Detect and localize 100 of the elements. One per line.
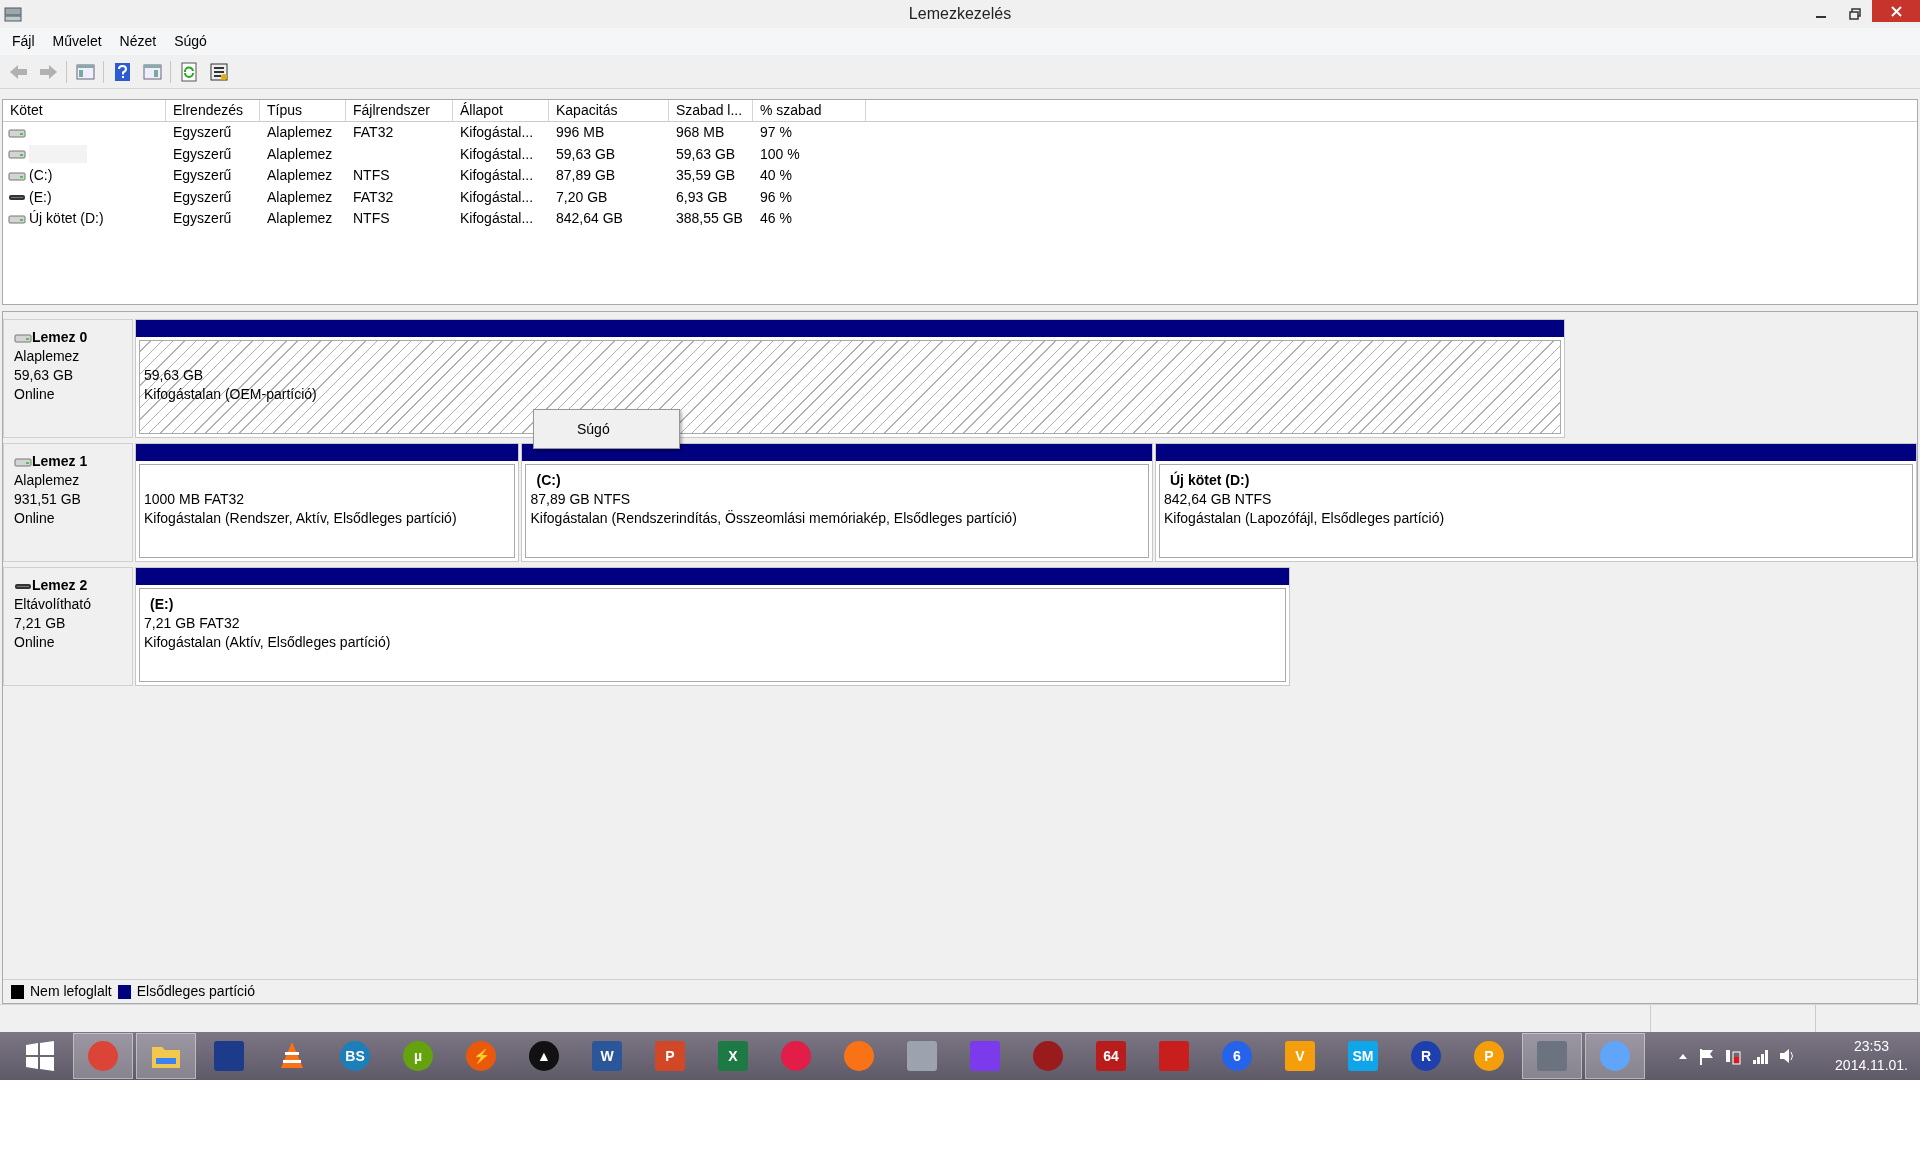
removable-drive-icon — [8, 192, 26, 203]
table-cell-text: 96 % — [760, 187, 792, 207]
partition-label: (C:) — [535, 471, 562, 490]
disk-status: Online — [14, 385, 56, 404]
partition-status: Kifogástalan (Rendszerindítás, Összeomlási memóriakép, Elsődleges partíció) — [530, 509, 1018, 528]
icon-label: ▲ — [537, 1049, 551, 1063]
disk-name: Lemez 0 — [32, 328, 88, 347]
column-header[interactable]: % szabad — [753, 100, 866, 121]
partition-size: 7,21 GB FAT32 — [144, 614, 241, 633]
disk-status: Online — [14, 633, 56, 652]
icon-label: P — [665, 1049, 675, 1063]
taskbar-button[interactable]: 64 — [1081, 1033, 1141, 1079]
table-cell-text: 996 MB — [556, 123, 605, 143]
close-button[interactable] — [1872, 0, 1920, 22]
table-cell-text: 35,59 GB — [676, 166, 736, 186]
menu-item[interactable]: Súgó — [166, 29, 215, 54]
taskbar-button[interactable]: P — [640, 1033, 700, 1079]
table-cell-text: 97 % — [760, 123, 792, 143]
taskbar-button[interactable]: W — [577, 1033, 637, 1079]
partition-size: 59,63 GB — [144, 366, 205, 385]
taskbar-button[interactable]: X — [703, 1033, 763, 1079]
partition-block[interactable]: 1000 MB FAT32 Kifogástalan (Rendszer, Aktív, Elsődleges partíció) — [135, 443, 520, 562]
disk-name: Lemez 1 — [32, 452, 88, 471]
column-header[interactable]: Kapacitás — [549, 100, 669, 121]
table-cell-text: Alaplemez — [267, 123, 333, 143]
legend-label: Elsődleges partíció — [136, 982, 255, 1001]
windows-logo-icon — [24, 1040, 56, 1072]
disk-info-panel[interactable]: Lemez 2 Eltávolítható 7,21 GB Online — [3, 567, 133, 686]
partition-block[interactable]: Új kötet (D:) 842,64 GB NTFS Kifogástalan (Lapozófájl, Elsődleges partíció) — [1155, 443, 1917, 562]
table-cell-text: Egyszerű — [173, 144, 232, 164]
flag-icon — [1698, 1047, 1715, 1065]
table-cell-text: 59,63 GB — [676, 144, 736, 164]
clock[interactable]: 23:53 2014.11.01. — [1835, 1037, 1908, 1075]
table-cell-text: FAT32 — [353, 123, 394, 143]
partition-status: Kifogástalan (OEM-partíció) — [144, 385, 318, 404]
partition-block[interactable]: (E:) 7,21 GB FAT32 Kifogástalan (Aktív, Elsődleges partíció) — [135, 567, 1290, 686]
table-cell-text: Kifogástal... — [460, 187, 534, 207]
hard-drive-icon — [8, 127, 26, 138]
table-cell-text: 40 % — [760, 166, 792, 186]
table-cell-text: 968 MB — [676, 123, 725, 143]
menu-item[interactable]: Nézet — [111, 29, 165, 54]
table-cell-text: 7,20 GB — [556, 187, 608, 207]
disk-info-panel[interactable]: Lemez 1 Alaplemez 931,51 GB Online — [3, 443, 133, 562]
taskbar-button[interactable]: ▲ — [514, 1033, 574, 1079]
partition-status: Kifogástalan (Aktív, Elsődleges partíció) — [144, 633, 392, 652]
partition-label: Új kötet (D:) — [1169, 471, 1251, 490]
legend-label: Nem lefoglalt — [30, 982, 112, 1001]
table-cell-text: Kifogástal... — [460, 144, 534, 164]
partition-status: Kifogástalan (Lapozófájl, Elsődleges partíció) — [1164, 509, 1446, 528]
partition-status: Kifogástalan (Rendszer, Aktív, Elsődleges partíció) — [144, 509, 458, 528]
table-cell-text: FAT32 — [353, 187, 394, 207]
column-header[interactable]: Állapot — [453, 100, 549, 121]
disk-type: Eltávolítható — [14, 595, 93, 614]
taskbar-button[interactable]: R — [1396, 1033, 1456, 1079]
restore-icon — [1849, 8, 1861, 20]
taskbar-button[interactable]: 6 — [1207, 1033, 1267, 1079]
partition-size: 1000 MB FAT32 — [144, 490, 246, 509]
disk-management-icon — [4, 5, 22, 23]
column-header[interactable]: Típus — [260, 100, 346, 121]
disk-info-panel[interactable]: Lemez 0 Alaplemez 59,63 GB Online — [3, 319, 133, 438]
taskbar-button[interactable]: BS — [325, 1033, 385, 1079]
table-cell-text: Kifogástal... — [460, 166, 534, 186]
hard-drive-icon — [8, 213, 26, 224]
icon-label: X — [728, 1049, 738, 1063]
column-header[interactable]: Kötet — [3, 100, 166, 121]
icon-label: BS — [345, 1049, 365, 1063]
table-cell-text: 388,55 GB — [676, 209, 743, 229]
table-cell-text: Alaplemez — [267, 209, 333, 229]
column-header[interactable]: Fájlrendszer — [346, 100, 453, 121]
partition-block[interactable]: (C:) 87,89 GB NTFS Kifogástalan (Rendszerindítás, Összeomlási memóriakép, Elsődleges partíció) — [521, 443, 1153, 562]
disk-name: Lemez 2 — [32, 576, 88, 595]
menu-item[interactable]: Fájl — [4, 29, 43, 54]
hard-drive-icon — [8, 170, 26, 181]
partition-label: (E:) — [149, 595, 175, 614]
panel-icon — [141, 61, 163, 82]
icon-label: W — [600, 1049, 614, 1063]
column-header[interactable]: Elrendezés — [166, 100, 260, 121]
table-cell-text: Egyszerű — [173, 187, 232, 207]
taskbar-button[interactable] — [1522, 1033, 1582, 1079]
table-cell-text: 6,93 GB — [676, 187, 728, 207]
table-cell-text: 46 % — [760, 209, 792, 229]
disk-size: 7,21 GB — [14, 614, 67, 633]
table-cell-text: NTFS — [353, 166, 390, 186]
menu-item[interactable]: Művelet — [44, 29, 110, 54]
column-header[interactable]: Szabad l... — [669, 100, 753, 121]
icon-label: V — [1295, 1049, 1305, 1063]
table-cell-text: Egyszerű — [173, 166, 232, 186]
close-icon — [1890, 5, 1902, 17]
table-cell-text: 100 % — [760, 144, 800, 164]
table-cell-text: NTFS — [353, 209, 390, 229]
hard-drive-icon — [14, 332, 32, 343]
panel-icon — [74, 61, 96, 82]
table-cell-text: Egyszerű — [173, 209, 232, 229]
icon-label: SM — [1352, 1049, 1374, 1063]
table-cell-text: Kifogástal... — [460, 123, 534, 143]
table-cell-text: 59,63 GB — [556, 144, 616, 164]
disk-type: Alaplemez — [14, 471, 81, 490]
partition-size: 842,64 GB NTFS — [1164, 490, 1273, 509]
table-cell-text: Egyszerű — [173, 123, 232, 143]
table-cell-text: (C:) — [29, 166, 53, 186]
